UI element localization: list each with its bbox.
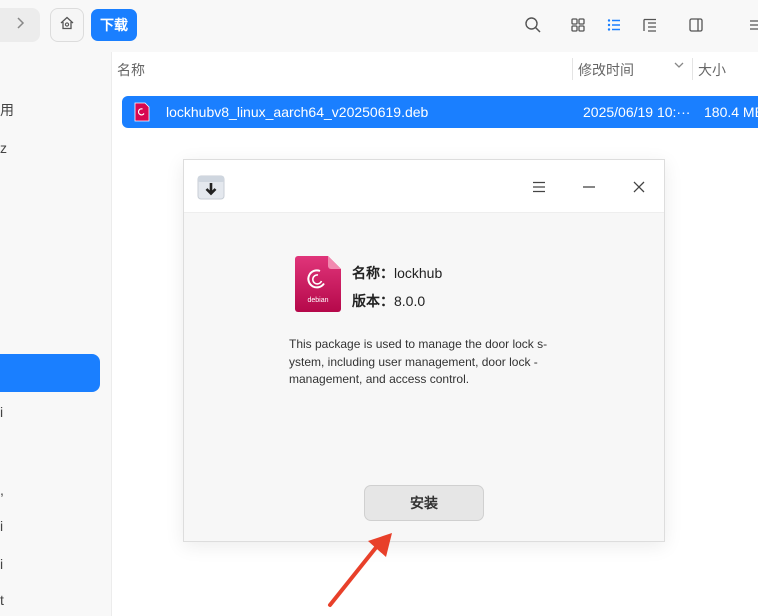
sidebar-item[interactable]: i: [0, 404, 100, 420]
icon-view-icon[interactable]: [568, 15, 588, 35]
toolbar: 下载: [0, 0, 758, 52]
sidebar-item-label: i: [0, 404, 4, 420]
package-version-line: 版本：8.0.0: [352, 291, 425, 311]
forward-button[interactable]: [0, 8, 40, 42]
sidebar-item-label: t: [0, 592, 4, 608]
package-name-line: 名称：lockhub: [352, 263, 442, 283]
chevron-right-icon: [15, 16, 25, 35]
debian-package-icon: debian: [294, 255, 342, 313]
sidebar-item-label: i: [0, 518, 4, 534]
column-header-name[interactable]: 名称: [117, 60, 145, 80]
sidebar-item-label: 用: [0, 102, 14, 118]
file-row-selected[interactable]: lockhubv8_linux_aarch64_v20250619.deb 20…: [122, 96, 758, 128]
sidebar-item[interactable]: i: [0, 556, 100, 572]
debian-file-icon: [134, 102, 150, 125]
sidebar-item[interactable]: z: [0, 140, 100, 156]
installer-app-icon: [197, 173, 225, 206]
sidebar-item[interactable]: 用: [0, 100, 100, 120]
package-description: This package is used to manage the door …: [289, 336, 561, 389]
description-line: ystem, including user management, door l…: [289, 354, 538, 369]
sidebar-item[interactable]: t: [0, 592, 100, 608]
description-line: management, and access control.: [289, 372, 470, 386]
list-view-icon[interactable]: [604, 15, 624, 35]
dialog-titlebar: [184, 160, 664, 213]
menu-icon[interactable]: [746, 15, 758, 35]
breadcrumb-current[interactable]: 下载: [91, 9, 137, 41]
sidebar-item[interactable]: i: [0, 518, 100, 534]
package-name-value: lockhub: [394, 265, 443, 281]
chevron-down-icon[interactable]: [673, 58, 685, 74]
menu-icon[interactable]: [528, 176, 550, 198]
sidebar: 用 z i , i i t: [0, 52, 112, 616]
search-icon[interactable]: [523, 15, 543, 35]
column-header-size[interactable]: 大小: [698, 60, 726, 80]
sidebar-item-label: z: [0, 140, 7, 156]
file-size: 180.4 MB: [704, 104, 758, 120]
install-button[interactable]: 安装: [364, 485, 484, 521]
column-divider[interactable]: [572, 58, 573, 80]
column-view-icon[interactable]: [640, 15, 660, 35]
package-version-key: 版本：: [352, 293, 394, 309]
annotation-arrow: [320, 525, 400, 616]
sidebar-item-label: i: [0, 556, 4, 572]
sidebar-item-label: ,: [0, 482, 4, 498]
file-manager-window: 用 z i , i i t 下载 名称 修改时间 大小 lockhubv8_li…: [0, 0, 758, 616]
sidebar-item[interactable]: ,: [0, 482, 100, 498]
sidebar-toggle-icon[interactable]: [686, 15, 706, 35]
column-divider[interactable]: [692, 58, 693, 80]
home-icon: [59, 15, 75, 36]
column-header-modified[interactable]: 修改时间: [578, 60, 634, 80]
column-header-row: 名称 修改时间 大小: [112, 52, 758, 86]
home-button[interactable]: [50, 8, 84, 42]
package-installer-dialog: debian 名称：lockhub 版本：8.0.0 This package …: [183, 159, 665, 542]
minimize-icon[interactable]: [578, 176, 600, 198]
file-modified: 2025/06/19 10:···: [583, 104, 691, 120]
sidebar-item-active[interactable]: [0, 354, 100, 392]
file-name: lockhubv8_linux_aarch64_v20250619.deb: [166, 104, 429, 120]
debian-label: debian: [307, 297, 328, 304]
description-line: This package is used to manage the door …: [289, 337, 548, 351]
close-icon[interactable]: [628, 176, 650, 198]
package-version-value: 8.0.0: [394, 293, 426, 309]
package-name-key: 名称：: [352, 265, 394, 281]
